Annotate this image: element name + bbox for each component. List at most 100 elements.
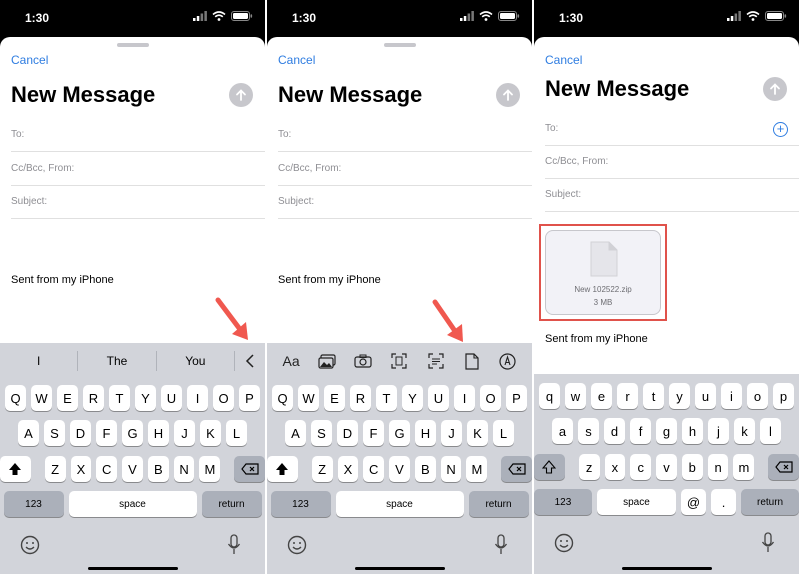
microphone-icon[interactable]: [761, 532, 775, 554]
numbers-key[interactable]: 123: [270, 491, 331, 517]
suggestion-item[interactable]: You: [157, 354, 234, 368]
key[interactable]: K: [200, 420, 221, 446]
return-key[interactable]: return: [741, 489, 799, 515]
key[interactable]: Q: [272, 385, 293, 411]
shift-key[interactable]: [0, 456, 31, 482]
cancel-button[interactable]: Cancel: [545, 53, 582, 67]
key[interactable]: N: [440, 456, 462, 482]
key[interactable]: S: [311, 420, 332, 446]
attachment-card[interactable]: New 102522.zip 3 MB: [545, 230, 661, 315]
key[interactable]: H: [148, 420, 169, 446]
cancel-button[interactable]: Cancel: [278, 53, 315, 67]
numbers-key[interactable]: 123: [534, 489, 592, 515]
key[interactable]: w: [565, 383, 586, 409]
key[interactable]: C: [363, 456, 385, 482]
subject-field[interactable]: Subject:: [11, 186, 265, 219]
key[interactable]: U: [428, 385, 449, 411]
key[interactable]: S: [44, 420, 65, 446]
camera-button[interactable]: [351, 349, 375, 373]
to-field[interactable]: To: +: [545, 113, 799, 146]
key[interactable]: T: [109, 385, 130, 411]
shift-key[interactable]: [534, 454, 565, 480]
key[interactable]: L: [493, 420, 514, 446]
key[interactable]: h: [682, 418, 703, 444]
key[interactable]: l: [760, 418, 781, 444]
markup-button[interactable]: [496, 349, 520, 373]
key[interactable]: F: [96, 420, 117, 446]
sheet-grabber[interactable]: [116, 43, 149, 47]
key[interactable]: g: [656, 418, 677, 444]
scan-document-button[interactable]: [387, 349, 411, 373]
key[interactable]: d: [604, 418, 625, 444]
key[interactable]: J: [441, 420, 462, 446]
photo-library-button[interactable]: [315, 349, 339, 373]
key[interactable]: t: [643, 383, 664, 409]
send-button[interactable]: [763, 77, 787, 101]
key[interactable]: N: [173, 456, 195, 482]
space-key[interactable]: space: [68, 491, 197, 517]
microphone-icon[interactable]: [227, 534, 241, 556]
microphone-icon[interactable]: [494, 534, 508, 556]
key[interactable]: X: [337, 456, 359, 482]
period-key[interactable]: .: [711, 489, 737, 515]
sheet-grabber[interactable]: [383, 43, 416, 47]
key[interactable]: D: [337, 420, 358, 446]
at-key[interactable]: @: [680, 489, 707, 515]
key[interactable]: I: [454, 385, 475, 411]
key[interactable]: V: [122, 456, 143, 482]
key[interactable]: R: [350, 385, 371, 411]
key[interactable]: i: [721, 383, 742, 409]
key[interactable]: X: [70, 456, 92, 482]
key[interactable]: Z: [44, 456, 66, 482]
key[interactable]: q: [539, 383, 560, 409]
key[interactable]: L: [226, 420, 247, 446]
send-button[interactable]: [496, 83, 520, 107]
key[interactable]: P: [239, 385, 260, 411]
key[interactable]: Z: [311, 456, 333, 482]
scan-text-button[interactable]: [424, 349, 448, 373]
cancel-button[interactable]: Cancel: [11, 53, 48, 67]
subject-field[interactable]: Subject:: [545, 179, 799, 212]
key[interactable]: u: [695, 383, 716, 409]
ccbcc-field[interactable]: Cc/Bcc, From:: [278, 153, 532, 186]
shift-key[interactable]: [267, 456, 298, 482]
toolbar-toggle-button[interactable]: [235, 354, 265, 368]
key[interactable]: E: [324, 385, 345, 411]
key[interactable]: H: [415, 420, 436, 446]
suggestion-item[interactable]: I: [0, 354, 77, 368]
delete-key[interactable]: [234, 456, 265, 482]
key[interactable]: E: [57, 385, 78, 411]
to-field[interactable]: To:: [11, 119, 265, 152]
key[interactable]: r: [617, 383, 638, 409]
send-button[interactable]: [229, 83, 253, 107]
font-format-button[interactable]: Aa: [279, 349, 303, 373]
key[interactable]: A: [18, 420, 39, 446]
key[interactable]: c: [630, 454, 652, 480]
emoji-icon[interactable]: [287, 535, 307, 555]
key[interactable]: D: [70, 420, 91, 446]
space-key[interactable]: space: [335, 491, 464, 517]
key[interactable]: x: [604, 454, 626, 480]
suggestion-item[interactable]: The: [78, 354, 155, 368]
key[interactable]: m: [733, 454, 755, 480]
key[interactable]: B: [147, 456, 169, 482]
key[interactable]: v: [656, 454, 677, 480]
key[interactable]: P: [506, 385, 527, 411]
return-key[interactable]: return: [468, 491, 529, 517]
key[interactable]: M: [466, 456, 488, 482]
key[interactable]: z: [578, 454, 600, 480]
key[interactable]: C: [96, 456, 118, 482]
key[interactable]: M: [199, 456, 221, 482]
key[interactable]: e: [591, 383, 612, 409]
key[interactable]: I: [187, 385, 208, 411]
key[interactable]: W: [31, 385, 52, 411]
key[interactable]: O: [213, 385, 234, 411]
ccbcc-field[interactable]: Cc/Bcc, From:: [545, 146, 799, 179]
key[interactable]: Y: [135, 385, 156, 411]
attach-file-button[interactable]: [460, 349, 484, 373]
key[interactable]: F: [363, 420, 384, 446]
key[interactable]: T: [376, 385, 397, 411]
key[interactable]: B: [414, 456, 436, 482]
key[interactable]: O: [480, 385, 501, 411]
key[interactable]: R: [83, 385, 104, 411]
